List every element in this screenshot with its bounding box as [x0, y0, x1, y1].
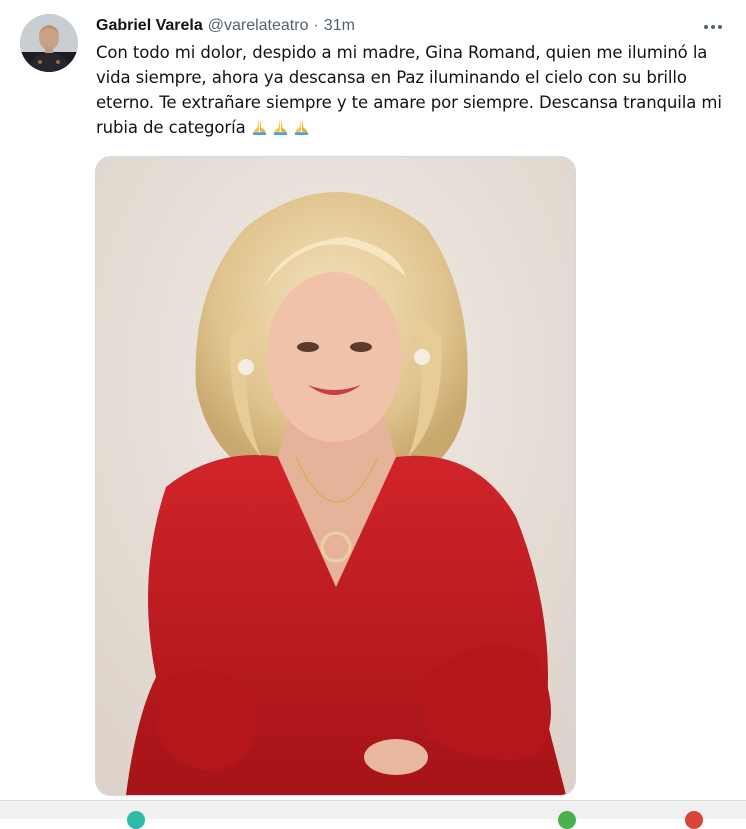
folded-hands-icon [292, 117, 311, 136]
photo-woman-red-dress [96, 157, 575, 795]
author-avatar[interactable] [20, 14, 78, 72]
tweet[interactable]: Gabriel Varela @varelateatro · 31m Con t… [0, 0, 746, 800]
more-horizontal-icon [704, 25, 722, 29]
app-icon[interactable] [685, 811, 703, 829]
app-icon[interactable] [127, 811, 145, 829]
tweet-text: Con todo mi dolor, despido a mi madre, G… [96, 40, 736, 140]
taskbar-strip [0, 800, 746, 829]
separator-dot: · [313, 17, 319, 34]
tweet-body: Con todo mi dolor, despido a mi madre, G… [96, 43, 722, 137]
emoji-group [250, 117, 313, 136]
avatar-image [20, 14, 78, 72]
tweet-header: Gabriel Varela @varelateatro · 31m [96, 15, 355, 37]
author-handle[interactable]: @varelateatro [208, 17, 309, 35]
app-icon[interactable] [558, 811, 576, 829]
tweet-timestamp[interactable]: 31m [324, 17, 355, 35]
folded-hands-icon [250, 117, 269, 136]
folded-hands-icon [271, 117, 290, 136]
tweet-photo[interactable] [95, 156, 576, 796]
more-options-button[interactable] [700, 14, 726, 40]
author-name[interactable]: Gabriel Varela [96, 17, 203, 35]
